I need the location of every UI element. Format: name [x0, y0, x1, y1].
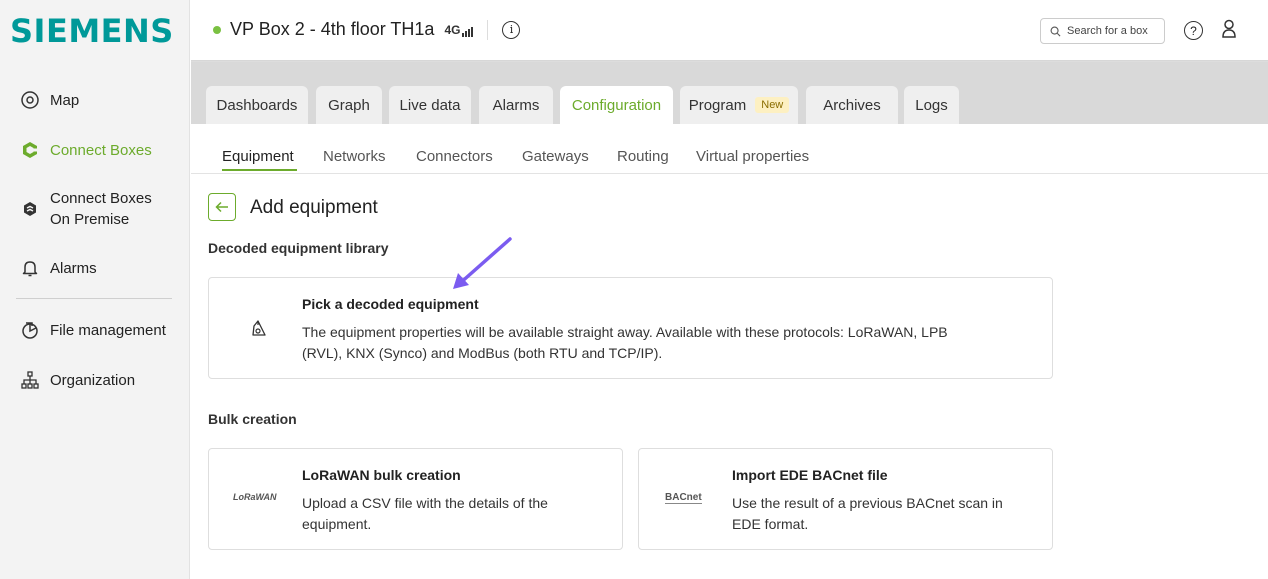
subtab-networks[interactable]: Networks	[323, 148, 386, 165]
help-icon[interactable]: ?	[1184, 21, 1203, 40]
signal-indicator: 4G	[444, 22, 474, 37]
card-description: The equipment properties will be availab…	[302, 322, 948, 364]
sidebar-item-alarms[interactable]: Alarms	[20, 258, 97, 278]
sidebar-item-label: Organization	[50, 371, 136, 389]
map-pin-icon	[20, 90, 40, 110]
tab-label: Logs	[915, 96, 948, 114]
sidebar-item-label: File management	[50, 321, 166, 339]
box-title-bar: VP Box 2 - 4th floor TH1a 4G i	[213, 19, 521, 40]
tab-label: Live data	[399, 96, 461, 114]
tab-label: Program	[688, 96, 747, 114]
tab-graph[interactable]: Graph	[316, 86, 382, 124]
box-title: VP Box 2 - 4th floor TH1a	[230, 19, 435, 39]
search-input[interactable]	[1067, 25, 1157, 37]
desc-line-2: EDE format.	[732, 516, 809, 532]
desc-line-1: Use the result of a previous BACnet scan…	[732, 495, 1003, 511]
sidebar-item-label: Alarms	[50, 259, 97, 277]
search-icon	[1050, 26, 1061, 36]
sidebar-item-label: Connect Boxes On Premise	[50, 188, 152, 230]
desc-line-2: equipment.	[302, 516, 372, 532]
desc-line-1: Upload a CSV file with the details of th…	[302, 495, 548, 511]
tab-label: Archives	[823, 96, 881, 114]
sidebar-item-label: Connect Boxes	[50, 141, 152, 159]
header-separator	[487, 19, 489, 40]
subtab-gateways[interactable]: Gateways	[522, 148, 589, 165]
bacnet-logo-icon: BACnet	[665, 492, 702, 504]
decoded-equipment-card[interactable]: Pick a decoded equipment The equipment p…	[208, 277, 1053, 379]
card-title: Pick a decoded equipment	[302, 296, 479, 312]
sidebar-item-file-management[interactable]: File management	[20, 320, 166, 340]
signal-label: 4G	[444, 22, 461, 37]
desc-line-1: The equipment properties will be availab…	[302, 324, 948, 340]
back-button[interactable]	[208, 193, 236, 221]
connect-boxes-icon	[20, 140, 40, 160]
subtab-connectors[interactable]: Connectors	[416, 148, 493, 165]
tab-label: Alarms	[492, 96, 540, 114]
user-icon[interactable]	[1221, 19, 1237, 44]
signal-bars-icon	[462, 26, 474, 37]
section-title-library: Decoded equipment library	[208, 240, 389, 256]
sidebar-item-connect-boxes-on-premise[interactable]: Connect Boxes On Premise	[20, 188, 152, 230]
arrow-left-icon	[215, 201, 228, 213]
card-title: LoRaWAN bulk creation	[302, 467, 461, 483]
bell-icon	[20, 258, 40, 278]
subtab-equipment[interactable]: Equipment	[222, 148, 294, 165]
search-box[interactable]	[1040, 18, 1165, 44]
desc-line-2: (RVL), KNX (Synco) and ModBus (both RTU …	[302, 345, 663, 361]
tab-dashboards[interactable]: Dashboards	[206, 86, 308, 124]
page-title: Add equipment	[250, 197, 378, 218]
file-management-icon	[20, 320, 40, 340]
bacnet-import-card[interactable]: BACnet Import EDE BACnet file Use the re…	[638, 448, 1053, 550]
sidebar: SIEMENS Map Connect Boxes Connect Boxes …	[0, 0, 190, 579]
sub-tabs: Equipment Networks Connectors Gateways R…	[191, 124, 1268, 174]
lorawan-logo-icon: LoRaWAN	[233, 492, 277, 502]
tab-archives[interactable]: Archives	[806, 86, 898, 124]
top-header: VP Box 2 - 4th floor TH1a 4G i ?	[191, 0, 1268, 60]
sidebar-item-map[interactable]: Map	[20, 90, 79, 110]
sidebar-item-organization[interactable]: Organization	[20, 370, 135, 390]
card-description: Upload a CSV file with the details of th…	[302, 493, 548, 535]
lorawan-bulk-card[interactable]: LoRaWAN LoRaWAN bulk creation Upload a C…	[208, 448, 623, 550]
info-icon[interactable]: i	[502, 20, 521, 39]
tab-label: Configuration	[571, 96, 662, 114]
main-tabs: Dashboards Graph Live data Alarms Config…	[191, 62, 1268, 124]
new-badge: New	[755, 97, 790, 113]
tab-program[interactable]: Program New	[680, 86, 798, 124]
siemens-logo[interactable]: SIEMENS	[10, 12, 174, 50]
equipment-library-icon	[250, 320, 266, 343]
active-subtab-indicator	[222, 169, 297, 171]
subtab-virtual-properties[interactable]: Virtual properties	[696, 148, 809, 165]
tab-label: Graph	[328, 96, 370, 114]
card-description: Use the result of a previous BACnet scan…	[732, 493, 1003, 535]
tab-live-data[interactable]: Live data	[389, 86, 471, 124]
on-premise-icon	[20, 199, 40, 219]
sidebar-item-label: Map	[50, 91, 80, 109]
annotation-arrow-icon	[453, 237, 512, 289]
tab-logs[interactable]: Logs	[904, 86, 959, 124]
label-line-2: On Premise	[50, 211, 130, 228]
online-status-dot	[213, 25, 221, 34]
label-line-1: Connect Boxes	[50, 190, 152, 207]
subtab-routing[interactable]: Routing	[617, 148, 669, 165]
sidebar-divider	[16, 298, 172, 299]
tab-alarms[interactable]: Alarms	[479, 86, 553, 124]
sidebar-item-connect-boxes[interactable]: Connect Boxes	[20, 140, 152, 160]
card-title: Import EDE BACnet file	[732, 467, 888, 483]
tab-label: Dashboards	[216, 96, 298, 114]
section-title-bulk: Bulk creation	[208, 411, 297, 427]
tab-configuration[interactable]: Configuration	[560, 86, 673, 124]
organization-icon	[20, 370, 40, 390]
